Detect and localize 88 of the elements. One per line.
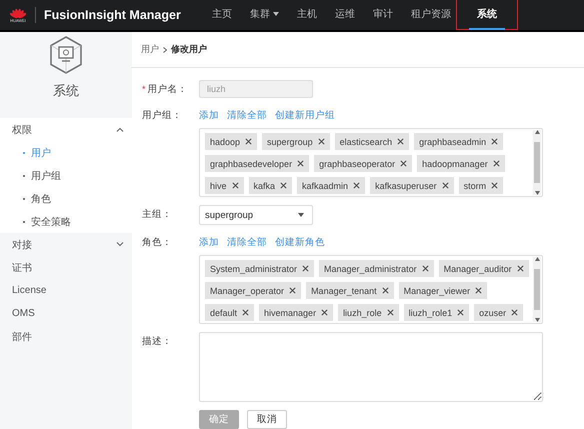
nav-tab[interactable]: 集群 xyxy=(242,0,287,30)
tag: kafkasuperuser xyxy=(370,177,454,194)
close-icon[interactable] xyxy=(516,265,524,272)
sidebar-item[interactable]: License xyxy=(0,279,132,302)
tag: default xyxy=(205,304,254,321)
sidebar-item[interactable]: 对接 xyxy=(0,233,132,256)
nav-tab[interactable]: 主页 xyxy=(204,0,240,30)
field-label: 用户名： xyxy=(148,82,188,96)
tag: ozuser xyxy=(474,304,524,321)
chevron-up-icon[interactable] xyxy=(116,127,124,132)
close-icon[interactable] xyxy=(400,160,408,167)
chevron-right-icon xyxy=(163,46,167,52)
close-icon[interactable] xyxy=(232,182,239,189)
field-label: 主组： xyxy=(142,208,172,220)
tag: kafka xyxy=(248,177,292,194)
tag: liuzh_role xyxy=(338,304,399,321)
tag: Manager_auditor xyxy=(438,260,529,277)
tag: elasticsearch xyxy=(334,133,410,150)
tag: hive xyxy=(205,177,244,194)
close-icon[interactable] xyxy=(442,182,449,189)
scroll-up-icon[interactable] xyxy=(534,257,540,261)
close-icon[interactable] xyxy=(491,182,498,189)
sidebar-item[interactable]: OMS xyxy=(0,302,132,325)
tag: hadoop xyxy=(205,133,258,150)
close-icon[interactable] xyxy=(289,287,296,294)
close-icon[interactable] xyxy=(245,138,252,145)
primary-group-select[interactable]: supergroup xyxy=(199,205,313,225)
required-mark: * xyxy=(142,84,146,94)
cancel-button[interactable]: 取消 xyxy=(247,410,287,429)
close-icon[interactable] xyxy=(422,265,429,272)
breadcrumb-current: 修改用户 xyxy=(171,43,207,56)
close-icon[interactable] xyxy=(382,287,389,294)
close-icon[interactable] xyxy=(511,309,518,316)
close-icon[interactable] xyxy=(457,309,464,316)
tag: hadoopmanager xyxy=(417,155,505,172)
system-icon xyxy=(49,36,83,74)
close-icon[interactable] xyxy=(492,160,500,167)
logo-icon xyxy=(10,8,26,18)
tag: graphbaseoperator xyxy=(314,155,412,172)
tag: supergroup xyxy=(262,133,330,150)
tag: kafkaadmin xyxy=(297,177,366,194)
sidebar-subitem[interactable]: 角色 xyxy=(0,187,132,210)
sidebar-item[interactable]: 部件 xyxy=(0,325,132,348)
scroll-up-icon[interactable] xyxy=(534,130,540,134)
close-icon[interactable] xyxy=(302,265,310,272)
scrollbar[interactable] xyxy=(533,130,541,195)
caret-icon xyxy=(298,213,304,217)
field-label: 用户组： xyxy=(142,108,182,122)
tag: Manager_administrator xyxy=(319,260,434,277)
sidebar-item[interactable]: 权限 xyxy=(0,118,132,141)
nav-tab[interactable]: 租户资源 xyxy=(402,0,459,30)
tag: System_administrator xyxy=(205,260,314,277)
product-name: FusionInsight Manager xyxy=(44,8,181,22)
tag: Manager_operator xyxy=(205,282,302,299)
scrollbar[interactable] xyxy=(533,257,541,322)
chevron-down-icon[interactable] xyxy=(116,242,124,247)
close-icon[interactable] xyxy=(475,287,482,294)
tag: graphbasedeveloper xyxy=(205,155,310,172)
breadcrumb-link[interactable]: 用户 xyxy=(141,43,159,56)
field-label: 角色： xyxy=(142,236,172,248)
field-label: 描述： xyxy=(142,334,172,348)
tag: storm xyxy=(458,177,504,194)
sidebar-title: 系统 xyxy=(53,82,79,100)
sidebar-subitem[interactable]: 安全策略 xyxy=(0,210,132,233)
nav-tab[interactable]: 审计 xyxy=(364,0,401,30)
nav-tab[interactable]: 运维 xyxy=(326,0,363,30)
scroll-down-icon[interactable] xyxy=(534,191,540,195)
tag: graphbaseadmin xyxy=(414,133,504,150)
close-icon[interactable] xyxy=(318,138,325,145)
nav-tab[interactable]: 主机 xyxy=(288,0,325,30)
close-icon[interactable] xyxy=(491,138,498,145)
sidebar-item[interactable]: 证书 xyxy=(0,256,132,279)
description-field[interactable] xyxy=(199,332,543,402)
close-icon[interactable] xyxy=(297,160,304,167)
close-icon[interactable] xyxy=(353,182,360,189)
tag: Manager_viewer xyxy=(398,282,488,299)
close-icon[interactable] xyxy=(386,309,394,316)
close-icon[interactable] xyxy=(397,138,404,145)
sidebar-subitem[interactable]: 用户组 xyxy=(0,164,132,187)
nav-tab[interactable]: 系统 xyxy=(468,0,505,30)
tag: Manager_tenant xyxy=(306,282,394,299)
tag: hivemanager xyxy=(259,304,334,321)
close-icon[interactable] xyxy=(242,309,250,316)
caret-icon xyxy=(272,12,279,16)
tag: liuzh_role1 xyxy=(404,304,470,321)
scroll-down-icon[interactable] xyxy=(534,318,540,322)
close-icon[interactable] xyxy=(321,309,328,316)
close-icon[interactable] xyxy=(280,182,288,189)
